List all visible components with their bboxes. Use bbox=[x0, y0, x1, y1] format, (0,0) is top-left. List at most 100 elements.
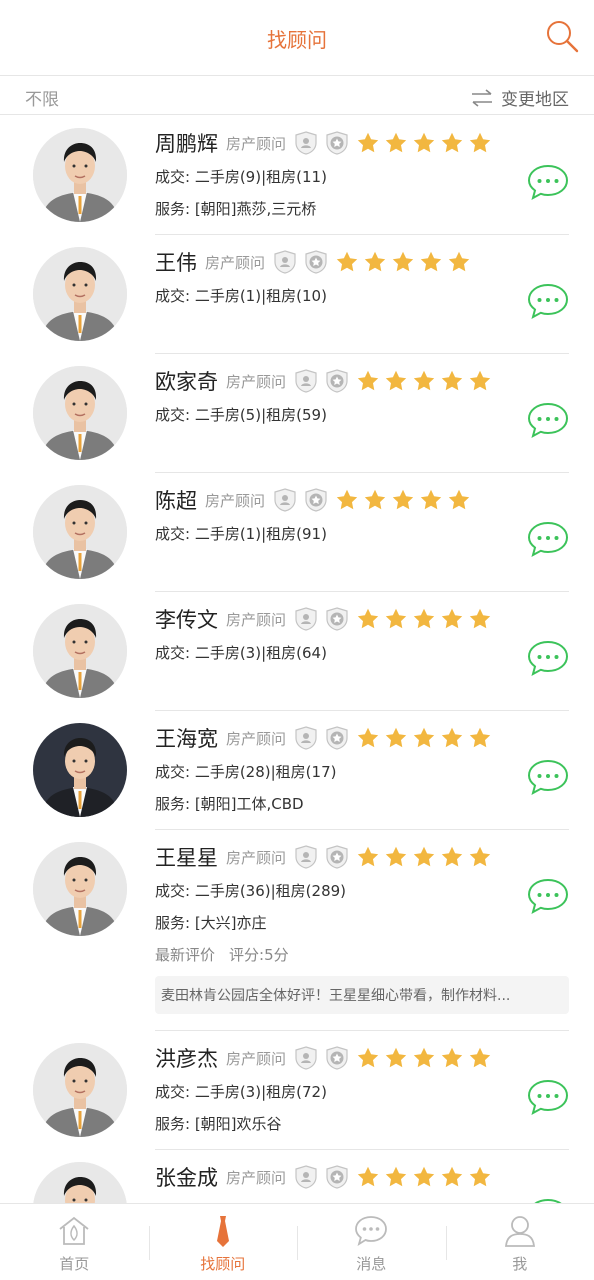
star-icon bbox=[468, 1165, 492, 1189]
advisor-name: 洪彦杰 bbox=[155, 1047, 218, 1071]
chat-icon[interactable] bbox=[527, 164, 569, 200]
chat-icon[interactable] bbox=[527, 759, 569, 795]
avatar[interactable] bbox=[33, 604, 127, 698]
star-badge-icon bbox=[326, 131, 348, 155]
avatar[interactable] bbox=[33, 1043, 127, 1137]
star-badge-icon bbox=[326, 1046, 348, 1070]
filter-unlimited[interactable]: 不限 bbox=[25, 85, 59, 110]
advisor-name: 欧家奇 bbox=[155, 370, 218, 394]
advisor-info: 王伟 房产顾问 成交: 二手房(1)|租房(10) bbox=[155, 235, 569, 354]
star-icon bbox=[391, 250, 415, 274]
advisor-name: 陈超 bbox=[155, 489, 197, 513]
star-icon bbox=[440, 1046, 464, 1070]
star-icon bbox=[412, 369, 436, 393]
rating-stars bbox=[335, 250, 475, 274]
advisor-card[interactable]: 陈超 房产顾问 成交: 二手房(1)|租房(91) bbox=[0, 473, 594, 592]
star-icon bbox=[412, 131, 436, 155]
swap-arrows-icon bbox=[472, 88, 492, 107]
deal-count: 成交: 二手房(1)|租房(91) bbox=[155, 525, 327, 543]
advisor-header: 周鹏辉 房产顾问 bbox=[155, 128, 496, 158]
avatar[interactable] bbox=[33, 723, 127, 817]
star-icon bbox=[440, 845, 464, 869]
advisor-role: 房产顾问 bbox=[226, 1049, 287, 1068]
search-icon[interactable] bbox=[544, 18, 580, 54]
star-icon bbox=[468, 726, 492, 750]
avatar[interactable] bbox=[33, 485, 127, 579]
advisor-list[interactable]: 周鹏辉 房产顾问 成交: 二手房(9)|租房(11) 服务: [朝阳]燕莎,三元桥 王伟… bbox=[0, 116, 594, 1203]
deal-count: 成交: 二手房(28)|租房(17) bbox=[155, 763, 337, 781]
advisor-card[interactable]: 王海宽 房产顾问 成交: 二手房(28)|租房(17) 服务: [朝阳]工体,CBD bbox=[0, 711, 594, 830]
tab-label: 我 bbox=[512, 1255, 528, 1273]
user-icon bbox=[503, 1214, 537, 1248]
review-text[interactable]: 麦田林肯公园店全体好评！王星星细心带看，制作材料... bbox=[155, 976, 569, 1014]
star-icon bbox=[356, 369, 380, 393]
evaluation-label: 最新评价 bbox=[155, 946, 216, 964]
star-icon bbox=[440, 1165, 464, 1189]
filter-bar: 不限 变更地区 bbox=[0, 77, 594, 115]
avatar[interactable] bbox=[33, 1162, 127, 1203]
tab-label: 消息 bbox=[356, 1255, 387, 1273]
verified-user-badge-icon bbox=[295, 1165, 317, 1189]
star-icon bbox=[384, 1046, 408, 1070]
star-badge-icon bbox=[326, 607, 348, 631]
advisor-info: 李传文 房产顾问 成交: 二手房(3)|租房(64) bbox=[155, 592, 569, 711]
chat-icon[interactable] bbox=[527, 521, 569, 557]
star-icon bbox=[363, 488, 387, 512]
rating-stars bbox=[356, 726, 496, 750]
star-badge-icon bbox=[326, 1165, 348, 1189]
star-icon bbox=[356, 607, 380, 631]
tab-home[interactable]: 首页 bbox=[0, 1204, 149, 1280]
advisor-info: 陈超 房产顾问 成交: 二手房(1)|租房(91) bbox=[155, 473, 569, 592]
deal-count: 成交: 二手房(5)|租房(59) bbox=[155, 406, 327, 424]
advisor-card[interactable]: 周鹏辉 房产顾问 成交: 二手房(9)|租房(11) 服务: [朝阳]燕莎,三元桥 bbox=[0, 116, 594, 235]
rating-stars bbox=[356, 131, 496, 155]
advisor-info: 张金成 房产顾问 bbox=[155, 1150, 569, 1203]
verified-user-badge-icon bbox=[274, 488, 296, 512]
advisor-role: 房产顾问 bbox=[226, 610, 287, 629]
tab-user[interactable]: 我 bbox=[445, 1204, 594, 1280]
star-icon bbox=[447, 488, 471, 512]
service-area: 服务: [大兴]亦庄 bbox=[155, 914, 267, 932]
advisor-info: 洪彦杰 房产顾问 成交: 二手房(3)|租房(72) 服务: [朝阳]欢乐谷 bbox=[155, 1031, 569, 1150]
chat-icon[interactable] bbox=[527, 878, 569, 914]
avatar[interactable] bbox=[33, 842, 127, 936]
advisor-name: 王海宽 bbox=[155, 727, 218, 751]
star-icon bbox=[468, 131, 492, 155]
star-icon bbox=[419, 250, 443, 274]
advisor-info: 周鹏辉 房产顾问 成交: 二手房(9)|租房(11) 服务: [朝阳]燕莎,三元桥 bbox=[155, 116, 569, 235]
change-region-button[interactable]: 变更地区 bbox=[471, 85, 569, 110]
star-icon bbox=[384, 845, 408, 869]
service-area: 服务: [朝阳]燕莎,三元桥 bbox=[155, 200, 317, 218]
advisor-header: 李传文 房产顾问 bbox=[155, 604, 496, 634]
header: 找顾问 bbox=[0, 0, 594, 76]
chat-icon[interactable] bbox=[527, 1079, 569, 1115]
advisor-card[interactable]: 李传文 房产顾问 成交: 二手房(3)|租房(64) bbox=[0, 592, 594, 711]
tie-icon bbox=[206, 1214, 240, 1248]
tab-message[interactable]: 消息 bbox=[297, 1204, 446, 1280]
advisor-card[interactable]: 王星星 房产顾问 成交: 二手房(36)|租房(289) 服务: [大兴]亦庄 最新评价… bbox=[0, 830, 594, 1031]
chat-icon[interactable] bbox=[527, 283, 569, 319]
advisor-name: 王星星 bbox=[155, 846, 218, 870]
service-area: 服务: [朝阳]欢乐谷 bbox=[155, 1115, 282, 1133]
verified-user-badge-icon bbox=[295, 726, 317, 750]
advisor-card[interactable]: 洪彦杰 房产顾问 成交: 二手房(3)|租房(72) 服务: [朝阳]欢乐谷 bbox=[0, 1031, 594, 1150]
avatar[interactable] bbox=[33, 247, 127, 341]
advisor-card[interactable]: 张金成 房产顾问 bbox=[0, 1150, 594, 1203]
verified-user-badge-icon bbox=[295, 845, 317, 869]
tab-tie[interactable]: 找顾问 bbox=[148, 1204, 298, 1280]
star-badge-icon bbox=[326, 845, 348, 869]
latest-evaluation: 最新评价 评分:5分 bbox=[155, 944, 289, 965]
advisor-card[interactable]: 欧家奇 房产顾问 成交: 二手房(5)|租房(59) bbox=[0, 354, 594, 473]
avatar[interactable] bbox=[33, 128, 127, 222]
chat-icon[interactable] bbox=[527, 640, 569, 676]
chat-icon[interactable] bbox=[527, 402, 569, 438]
rating-stars bbox=[356, 607, 496, 631]
rating-stars bbox=[356, 1046, 496, 1070]
advisor-header: 王海宽 房产顾问 bbox=[155, 723, 496, 753]
advisor-card[interactable]: 王伟 房产顾问 成交: 二手房(1)|租房(10) bbox=[0, 235, 594, 354]
deal-count: 成交: 二手房(1)|租房(10) bbox=[155, 287, 327, 305]
avatar[interactable] bbox=[33, 366, 127, 460]
star-icon bbox=[384, 1165, 408, 1189]
advisor-header: 王星星 房产顾问 bbox=[155, 842, 496, 872]
rating-stars bbox=[335, 488, 475, 512]
